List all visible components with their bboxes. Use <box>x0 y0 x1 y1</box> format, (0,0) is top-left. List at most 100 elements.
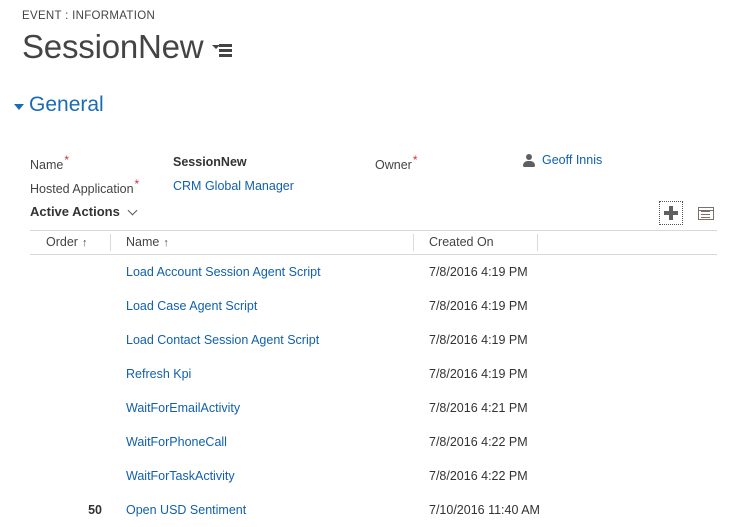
field-name-value[interactable]: SessionNew <box>173 154 247 170</box>
sort-ascending-icon: ↑ <box>163 237 169 249</box>
cell-blank <box>537 289 717 323</box>
record-link[interactable]: Open USD Sentiment <box>126 503 246 517</box>
plus-icon <box>664 206 678 220</box>
table-row[interactable]: Load Case Agent Script 7/8/2016 4:19 PM <box>30 289 717 323</box>
column-header-blank-label <box>537 235 553 249</box>
table-row[interactable]: WaitForEmailActivity 7/8/2016 4:21 PM <box>30 391 717 425</box>
column-header-created-on-label: Created On <box>429 235 494 249</box>
field-hosted-application: Hosted Application* CRM Global Manager <box>30 178 139 197</box>
cell-order <box>30 255 110 290</box>
collapse-caret-icon <box>14 104 24 110</box>
cell-created-on: 7/8/2016 4:19 PM <box>413 323 537 357</box>
cell-name: Load Contact Session Agent Script <box>110 323 413 357</box>
cell-name: WaitForPhoneCall <box>110 425 413 459</box>
cell-order: 50 <box>30 493 110 527</box>
required-indicator: * <box>64 153 69 167</box>
cell-order <box>30 323 110 357</box>
cell-name: Refresh Kpi <box>110 357 413 391</box>
grid-view-icon-row-2 <box>701 214 710 216</box>
cell-created-on: 7/8/2016 4:19 PM <box>413 289 537 323</box>
section-title: General <box>29 92 104 118</box>
column-header-name[interactable]: Name ↑ <box>110 231 413 255</box>
column-divider <box>537 234 538 251</box>
cell-name: Load Case Agent Script <box>110 289 413 323</box>
cell-order <box>30 289 110 323</box>
grid-view-icon-row-1 <box>701 211 710 213</box>
form-selector-icon[interactable] <box>212 43 232 59</box>
section-header-general[interactable]: General <box>14 92 144 118</box>
cell-order <box>30 391 110 425</box>
subgrid-label: Active Actions <box>30 204 120 219</box>
menu-bar-2 <box>219 49 232 52</box>
cell-name: Open USD Sentiment <box>110 493 413 527</box>
field-owner-label: Owner* <box>375 154 418 173</box>
record-link[interactable]: WaitForTaskActivity <box>126 469 235 483</box>
grid-view-icon-row-3 <box>701 217 710 219</box>
cell-name: WaitForTaskActivity <box>110 459 413 493</box>
table-row[interactable]: Load Account Session Agent Script 7/8/201… <box>30 255 717 290</box>
cell-order <box>30 357 110 391</box>
cell-created-on: 7/8/2016 4:19 PM <box>413 255 537 290</box>
cell-created-on: 7/8/2016 4:21 PM <box>413 391 537 425</box>
cell-created-on: 7/8/2016 4:19 PM <box>413 357 537 391</box>
person-icon-head <box>526 154 532 160</box>
person-icon <box>522 153 535 167</box>
title-row: SessionNew <box>22 26 731 66</box>
add-record-button[interactable] <box>660 202 682 224</box>
column-header-name-inner: Name ↑ <box>110 235 169 249</box>
menu-bar-3 <box>219 54 232 57</box>
subgrid: Order ↑ Name ↑ Created On Load Account Ses… <box>30 230 717 527</box>
column-header-created-on[interactable]: Created On <box>413 231 537 255</box>
subgrid-table: Order ↑ Name ↑ Created On Load Account Ses… <box>30 231 717 527</box>
record-link[interactable]: Load Account Session Agent Script <box>126 265 321 279</box>
required-indicator: * <box>135 177 140 191</box>
form-fields-area: Name* SessionNew Hosted Application* CRM… <box>0 140 731 204</box>
table-row[interactable]: Load Contact Session Agent Script 7/8/201… <box>30 323 717 357</box>
field-hosted-application-value[interactable]: CRM Global Manager <box>173 178 294 194</box>
required-indicator: * <box>413 153 418 167</box>
page-title: SessionNew <box>22 28 203 66</box>
open-view-button[interactable] <box>695 202 717 224</box>
cell-order <box>30 425 110 459</box>
grid-view-icon <box>698 207 714 220</box>
cell-blank <box>537 323 717 357</box>
subgrid-header: Order ↑ Name ↑ Created On <box>30 231 717 255</box>
cell-blank <box>537 459 717 493</box>
table-row[interactable]: WaitForPhoneCall7/8/2016 4:22 PM <box>30 425 717 459</box>
column-header-order[interactable]: Order ↑ <box>30 231 110 255</box>
cell-name: WaitForEmailActivity <box>110 391 413 425</box>
subgrid-view-selector[interactable]: Active Actions <box>30 204 138 219</box>
cell-created-on: 7/8/2016 4:22 PM <box>413 459 537 493</box>
field-name-label-text: Name <box>30 158 63 172</box>
column-header-blank[interactable] <box>537 231 717 255</box>
record-link[interactable]: WaitForEmailActivity <box>126 401 240 415</box>
cell-name: Load Account Session Agent Script <box>110 255 413 290</box>
record-link[interactable]: Refresh Kpi <box>126 367 191 381</box>
field-owner-value[interactable]: Geoff Innis <box>542 152 602 168</box>
table-header-row: Order ↑ Name ↑ Created On <box>30 231 717 255</box>
column-header-created-on-inner: Created On <box>413 235 498 249</box>
sort-ascending-icon: ↑ <box>82 237 88 249</box>
field-owner-value-wrap: Geoff Innis <box>522 152 602 168</box>
field-hosted-application-label: Hosted Application* <box>30 178 139 197</box>
cell-order <box>30 459 110 493</box>
field-owner: Owner* Geoff Innis <box>375 154 418 173</box>
cell-blank <box>537 493 717 527</box>
table-row[interactable]: Refresh Kpi 7/8/2016 4:19 PM <box>30 357 717 391</box>
subgrid-body: Load Account Session Agent Script 7/8/201… <box>30 255 717 527</box>
column-divider <box>413 234 414 251</box>
cell-created-on: 7/10/2016 11:40 AM <box>413 493 537 527</box>
table-row[interactable]: 50 Open USD Sentiment 7/10/2016 11:40 AM <box>30 493 717 527</box>
record-link[interactable]: Load Contact Session Agent Script <box>126 333 319 347</box>
person-icon-body <box>523 161 535 167</box>
field-name: Name* SessionNew <box>30 154 69 173</box>
record-link[interactable]: WaitForPhoneCall <box>126 435 227 449</box>
cell-blank <box>537 357 717 391</box>
column-header-name-label: Name <box>126 235 159 249</box>
column-header-order-label: Order <box>46 235 78 249</box>
subgrid-toolbar: Active Actions <box>0 204 731 230</box>
record-link[interactable]: Load Case Agent Script <box>126 299 257 313</box>
column-divider <box>110 234 111 251</box>
table-row[interactable]: WaitForTaskActivity 7/8/2016 4:22 PM <box>30 459 717 493</box>
breadcrumb: EVENT : INFORMATION <box>22 8 731 24</box>
